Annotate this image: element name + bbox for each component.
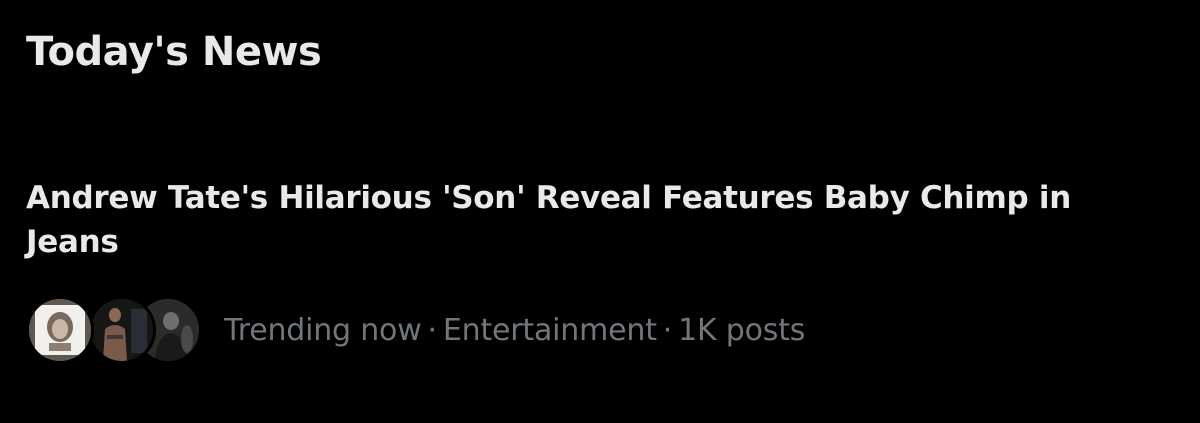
avatar-photo-2 — [91, 299, 153, 361]
meta-separator: · — [662, 312, 673, 348]
section-title: Today's News — [26, 29, 322, 75]
story-meta-text: Trending now · Entertainment · 1K posts — [224, 313, 805, 348]
avatar — [26, 296, 94, 364]
avatar-photo-1 — [29, 299, 91, 361]
story-meta-row: Trending now · Entertainment · 1K posts — [26, 292, 805, 368]
meta-separator: · — [427, 312, 438, 348]
post-count: 1K posts — [678, 312, 806, 348]
category-label: Entertainment — [442, 312, 657, 348]
avatar-stack — [26, 292, 202, 368]
avatar — [88, 296, 156, 364]
story-headline[interactable]: Andrew Tate's Hilarious 'Son' Reveal Fea… — [26, 176, 1166, 264]
trending-status: Trending now — [224, 312, 422, 348]
